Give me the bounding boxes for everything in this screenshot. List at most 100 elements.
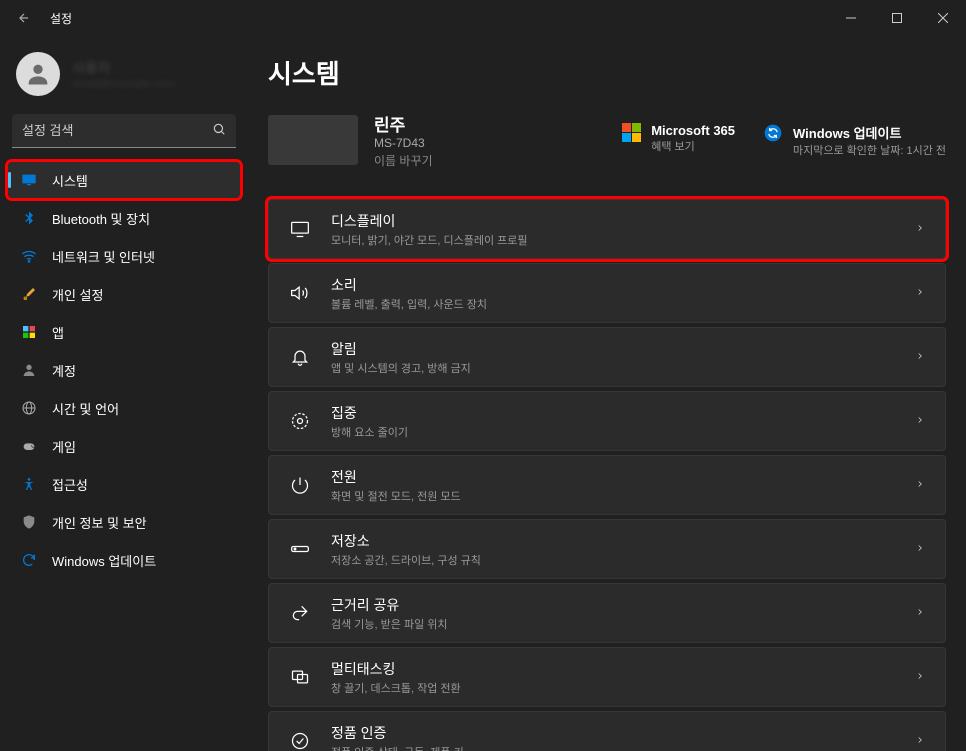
pc-thumbnail[interactable]: [268, 115, 358, 165]
nav-list: 시스템 Bluetooth 및 장치 네트워크 및 인터넷 개인 설정 앱 계정…: [6, 162, 242, 578]
setting-sub: 앱 및 시스템의 경고, 방해 금지: [331, 360, 915, 376]
nav-item-monitor[interactable]: 시스템: [8, 162, 240, 198]
chevron-right-icon: [915, 670, 925, 684]
pc-info: 린주 MS-7D43 이름 바꾸기: [374, 111, 433, 169]
nav-item-bluetooth[interactable]: Bluetooth 및 장치: [8, 200, 240, 236]
user-email: email@example.com: [72, 78, 175, 90]
system-header: 린주 MS-7D43 이름 바꾸기 Microsoft 365 혜택 보기: [268, 111, 946, 169]
chevron-right-icon: [915, 606, 925, 620]
setting-sub: 저장소 공간, 드라이브, 구성 규칙: [331, 552, 915, 568]
pc-rename-link[interactable]: 이름 바꾸기: [374, 152, 433, 169]
nav-label: 시스템: [52, 171, 88, 190]
monitor-icon: [20, 171, 38, 189]
update-sync-icon: [763, 123, 783, 143]
nav-item-brush[interactable]: 개인 설정: [8, 276, 240, 312]
setting-item-storage[interactable]: 저장소 저장소 공간, 드라이브, 구성 규칙: [268, 519, 946, 579]
window-title: 설정: [50, 10, 72, 27]
windows-update-card[interactable]: Windows 업데이트 마지막으로 확인한 날짜: 1시간 전: [763, 123, 946, 158]
display-icon: [289, 218, 311, 240]
setting-item-bell[interactable]: 알림 앱 및 시스템의 경고, 방해 금지: [268, 327, 946, 387]
search-box[interactable]: [12, 114, 236, 148]
setting-title: 소리: [331, 275, 915, 295]
setting-item-focus[interactable]: 집중 방해 요소 줄이기: [268, 391, 946, 451]
setting-sub: 정품 인증 상태, 구독, 제품 키: [331, 744, 915, 751]
storage-icon: [289, 538, 311, 560]
user-name: 사용자: [72, 58, 175, 78]
chevron-right-icon: [915, 734, 925, 748]
search-icon: [212, 122, 226, 139]
avatar: [16, 52, 60, 96]
setting-item-share[interactable]: 근거리 공유 검색 기능, 받은 파일 위치: [268, 583, 946, 643]
update-sub: 마지막으로 확인한 날짜: 1시간 전: [793, 142, 946, 158]
nav-label: 게임: [52, 437, 76, 456]
setting-title: 디스플레이: [331, 211, 915, 231]
nav-label: 개인 정보 및 보안: [52, 513, 147, 532]
nav-label: 접근성: [52, 475, 88, 494]
multitask-icon: [289, 666, 311, 688]
pc-model: MS-7D43: [374, 136, 433, 150]
account-icon: [20, 361, 38, 379]
setting-item-sound[interactable]: 소리 볼륨 레벨, 출력, 입력, 사운드 장치: [268, 263, 946, 323]
shield-icon: [20, 513, 38, 531]
power-icon: [289, 474, 311, 496]
search-input[interactable]: [22, 123, 212, 138]
setting-title: 알림: [331, 339, 915, 359]
titlebar: 설정: [0, 0, 966, 36]
user-info: 사용자 email@example.com: [72, 58, 175, 90]
setting-sub: 창 끌기, 데스크톱, 작업 전환: [331, 680, 915, 696]
setting-item-display[interactable]: 디스플레이 모니터, 밝기, 야간 모드, 디스플레이 프로필: [268, 199, 946, 259]
setting-sub: 방해 요소 줄이기: [331, 424, 915, 440]
sidebar: 사용자 email@example.com 시스템 Bluetooth 및 장치…: [0, 36, 248, 751]
setting-item-power[interactable]: 전원 화면 및 절전 모드, 전원 모드: [268, 455, 946, 515]
setting-title: 저장소: [331, 531, 915, 551]
setting-title: 전원: [331, 467, 915, 487]
nav-item-update[interactable]: Windows 업데이트: [8, 542, 240, 578]
wifi-icon: [20, 247, 38, 265]
setting-sub: 모니터, 밝기, 야간 모드, 디스플레이 프로필: [331, 232, 915, 248]
setting-item-activation[interactable]: 정품 인증 정품 인증 상태, 구독, 제품 키: [268, 711, 946, 751]
nav-label: 앱: [52, 323, 64, 342]
nav-item-apps[interactable]: 앱: [8, 314, 240, 350]
setting-title: 정품 인증: [331, 723, 915, 743]
bell-icon: [289, 346, 311, 368]
settings-list: 디스플레이 모니터, 밝기, 야간 모드, 디스플레이 프로필 소리 볼륨 레벨…: [268, 199, 946, 751]
accessibility-icon: [20, 475, 38, 493]
update-title: Windows 업데이트: [793, 123, 946, 142]
bluetooth-icon: [20, 209, 38, 227]
setting-title: 근거리 공유: [331, 595, 915, 615]
nav-label: 개인 설정: [52, 285, 103, 304]
chevron-right-icon: [915, 542, 925, 556]
nav-item-game[interactable]: 게임: [8, 428, 240, 464]
nav-item-account[interactable]: 계정: [8, 352, 240, 388]
nav-item-globe[interactable]: 시간 및 언어: [8, 390, 240, 426]
setting-sub: 볼륨 레벨, 출력, 입력, 사운드 장치: [331, 296, 915, 312]
ms365-icon: [621, 123, 641, 143]
focus-icon: [289, 410, 311, 432]
setting-title: 멀티태스킹: [331, 659, 915, 679]
brush-icon: [20, 285, 38, 303]
nav-label: 계정: [52, 361, 76, 380]
chevron-right-icon: [915, 414, 925, 428]
ms365-card[interactable]: Microsoft 365 혜택 보기: [621, 123, 735, 158]
activation-icon: [289, 730, 311, 751]
nav-label: Bluetooth 및 장치: [52, 209, 150, 228]
chevron-right-icon: [915, 350, 925, 364]
close-button[interactable]: [920, 0, 966, 36]
nav-item-accessibility[interactable]: 접근성: [8, 466, 240, 502]
setting-title: 집중: [331, 403, 915, 423]
maximize-button[interactable]: [874, 0, 920, 36]
chevron-right-icon: [915, 286, 925, 300]
update-icon: [20, 551, 38, 569]
nav-item-shield[interactable]: 개인 정보 및 보안: [8, 504, 240, 540]
nav-item-wifi[interactable]: 네트워크 및 인터넷: [8, 238, 240, 274]
user-section[interactable]: 사용자 email@example.com: [6, 46, 242, 114]
minimize-button[interactable]: [828, 0, 874, 36]
ms365-title: Microsoft 365: [651, 123, 735, 138]
chevron-right-icon: [915, 222, 925, 236]
ms365-sub: 혜택 보기: [651, 138, 735, 154]
setting-sub: 화면 및 절전 모드, 전원 모드: [331, 488, 915, 504]
window-controls: [828, 0, 966, 36]
apps-icon: [20, 323, 38, 341]
setting-item-multitask[interactable]: 멀티태스킹 창 끌기, 데스크톱, 작업 전환: [268, 647, 946, 707]
back-button[interactable]: [14, 8, 34, 28]
